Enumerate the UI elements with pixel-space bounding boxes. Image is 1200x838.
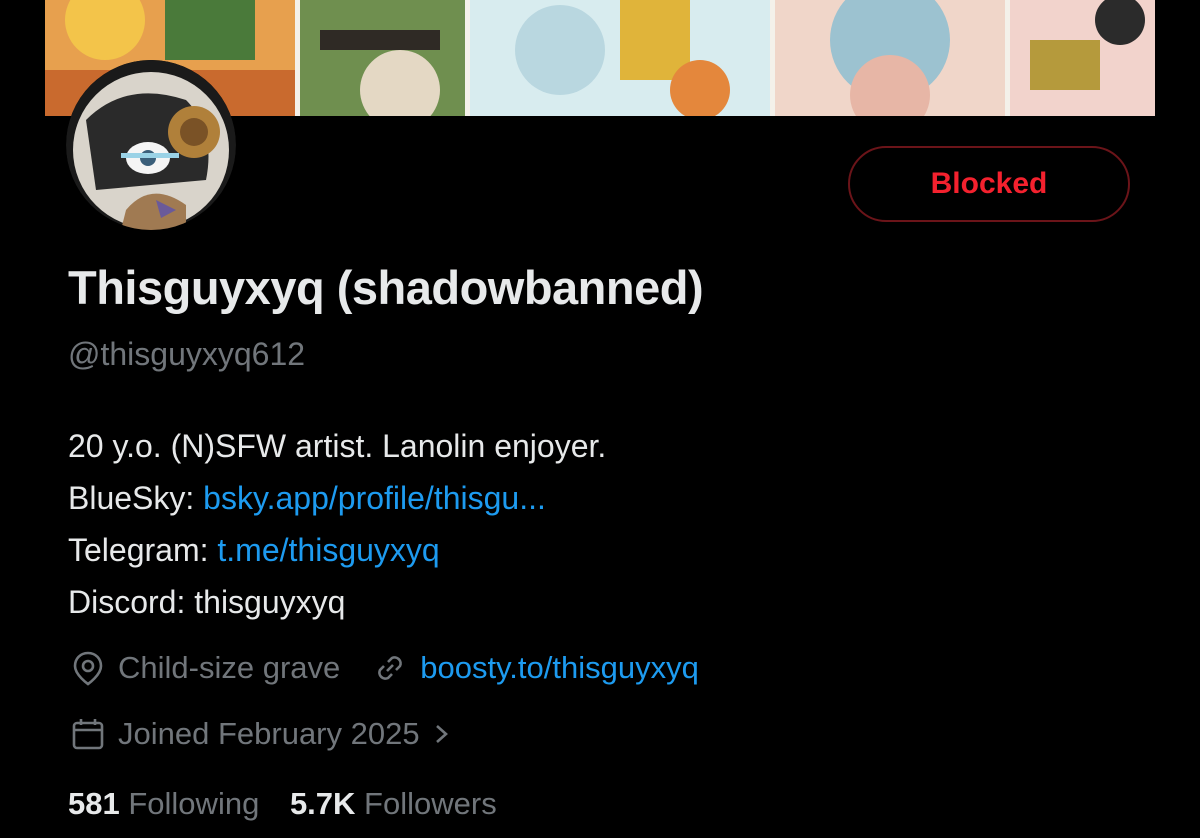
profile-stats: 581 Following 5.7K Followers <box>68 786 497 822</box>
location-pin-icon <box>68 648 108 688</box>
followers-count: 5.7K <box>289 786 356 821</box>
following-label: Following <box>128 786 260 821</box>
bluesky-label: BlueSky: <box>68 480 204 516</box>
telegram-label: Telegram: <box>68 532 218 568</box>
bio-line-intro: 20 y.o. (N)SFW artist. Lanolin enjoyer. <box>68 428 607 464</box>
profile-avatar[interactable] <box>66 60 236 230</box>
joined-date: Joined February 2025 <box>118 716 420 751</box>
telegram-link[interactable]: t.me/thisguyxyq <box>217 532 439 568</box>
link-icon <box>370 648 410 688</box>
bio-line-telegram: Telegram: t.me/thisguyxyq <box>68 524 606 576</box>
banner-panel-3 <box>470 0 770 116</box>
banner-panel-2 <box>300 0 465 116</box>
calendar-icon <box>68 714 108 754</box>
following-stat[interactable]: 581 Following <box>68 786 259 821</box>
profile-location: Child-size grave <box>118 650 341 685</box>
display-name: Thisguyxyq (shadowbanned) <box>68 261 704 314</box>
profile-bio: 20 y.o. (N)SFW artist. Lanolin enjoyer. … <box>68 420 606 628</box>
profile-handle: @thisguyxyq612 <box>68 336 306 372</box>
followers-label: Followers <box>364 786 497 821</box>
banner-panel-4 <box>775 0 1005 116</box>
bio-line-discord: Discord: thisguyxyq <box>68 584 346 620</box>
joined-row[interactable]: Joined February 2025 <box>68 714 464 754</box>
profile-meta-row: Child-size grave boosty.to/thisguyxyq <box>68 648 699 688</box>
blocked-button[interactable]: Blocked <box>848 146 1130 222</box>
following-count: 581 <box>68 786 120 821</box>
chevron-right-icon <box>430 714 454 754</box>
website-link[interactable]: boosty.to/thisguyxyq <box>420 650 699 686</box>
bluesky-link[interactable]: bsky.app/profile/thisgu... <box>203 480 546 516</box>
followers-stat[interactable]: 5.7K Followers <box>290 786 497 821</box>
bio-line-bluesky: BlueSky: bsky.app/profile/thisgu... <box>68 472 606 524</box>
banner-panel-5 <box>1010 0 1155 116</box>
